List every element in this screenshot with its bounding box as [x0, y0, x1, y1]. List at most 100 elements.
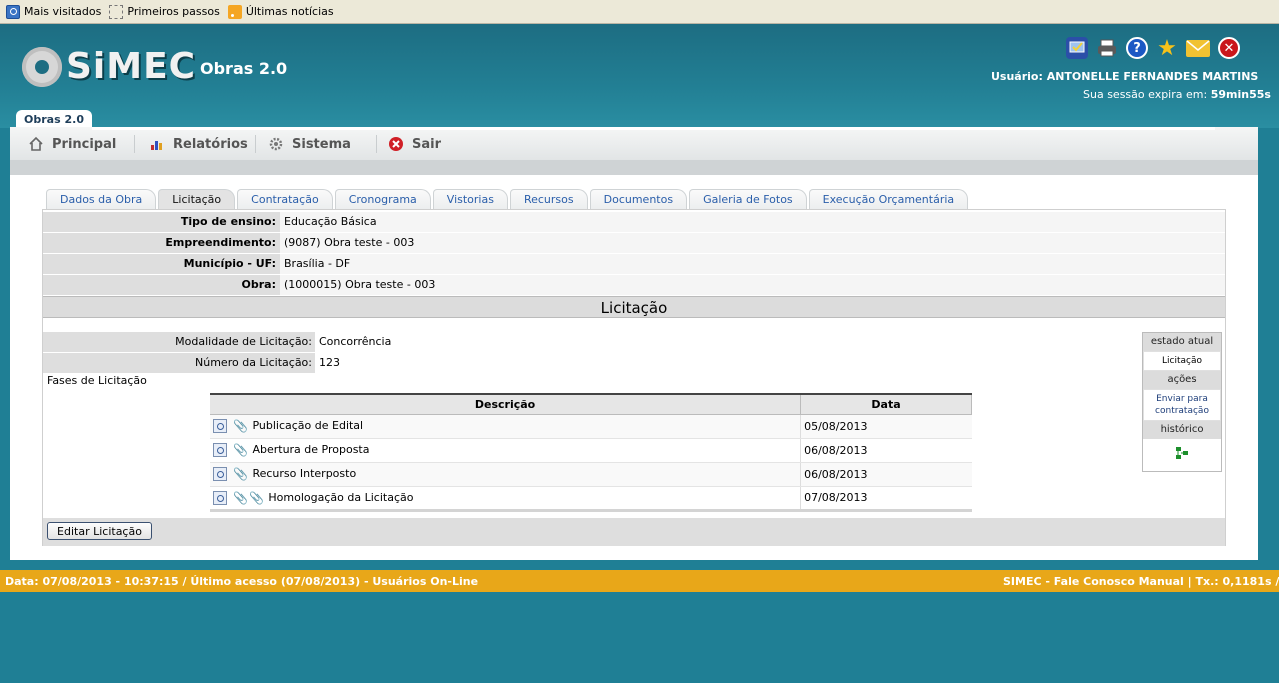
data-cell: 06/08/2013 [800, 438, 972, 463]
section-title: Licitação [43, 296, 1225, 318]
tab-cronograma[interactable]: Cronograma [334, 189, 431, 209]
module-tab[interactable]: Obras 2.0 [16, 110, 92, 128]
info-label: Tipo de ensino: [43, 212, 280, 232]
descricao-cell: 📎 Publicação de Edital [210, 414, 801, 439]
info-label: Empreendimento: [43, 233, 280, 253]
fases-table: Descrição Data 📎 Publicação de Edital 05… [210, 393, 972, 512]
rss-icon [227, 4, 242, 19]
descricao-cell: 📎 Abertura de Proposta [210, 438, 801, 463]
printer-icon[interactable] [1096, 37, 1118, 59]
bookmark-label: Últimas notícias [245, 5, 334, 18]
monitor-check-icon[interactable] [1066, 37, 1088, 59]
exit-icon [388, 136, 404, 152]
menu-principal[interactable]: Principal [28, 127, 116, 161]
bookmark-primeiros-passos[interactable]: Primeiros passos [109, 4, 220, 19]
attachment-clip-icon[interactable]: 📎 [249, 491, 264, 505]
descricao-text: Abertura de Proposta [252, 443, 370, 456]
tab-vistorias[interactable]: Vistorias [432, 189, 508, 209]
modalidade-row: Modalidade de Licitação: Concorrência [43, 332, 391, 352]
modalidade-label: Modalidade de Licitação: [43, 332, 315, 352]
info-row-obra: Obra: (1000015) Obra teste - 003 [43, 275, 1225, 295]
view-document-icon[interactable] [213, 467, 227, 481]
view-document-icon[interactable] [213, 419, 227, 433]
tab-content: Tipo de ensino: Educação Básica Empreend… [42, 209, 1226, 546]
menu-label: Sair [412, 136, 442, 152]
history-tree-icon [1175, 446, 1189, 463]
menu-sair[interactable]: Sair [388, 127, 441, 161]
descricao-text: Recurso Interposto [252, 467, 357, 480]
view-document-icon[interactable] [213, 490, 227, 505]
tab-documentos[interactable]: Documentos [589, 189, 688, 209]
tab-recursos[interactable]: Recursos [509, 189, 588, 209]
info-value: Brasília - DF [280, 254, 1225, 274]
numero-value: 123 [319, 356, 340, 369]
home-icon [28, 136, 44, 152]
gear-logo-icon [22, 46, 62, 87]
data-cell: 06/08/2013 [800, 462, 972, 487]
menu-relatorios[interactable]: Relatórios [149, 127, 248, 161]
tab-licitacao[interactable]: Licitação [158, 189, 236, 209]
menu-divider-line [92, 127, 1215, 130]
workflow-history-button[interactable] [1143, 439, 1221, 469]
session-time: 59min55s [1210, 88, 1271, 101]
edit-licitacao-button[interactable]: Editar Licitação [47, 522, 152, 540]
workflow-action-link[interactable]: Enviar para contratação [1143, 389, 1221, 421]
close-icon[interactable]: ✕ [1218, 37, 1240, 59]
status-bar: Data: 07/08/2013 - 10:37:15 / Último ace… [0, 570, 1279, 592]
search-icon [6, 4, 20, 19]
mail-icon[interactable] [1186, 40, 1210, 57]
view-document-icon[interactable] [213, 443, 227, 457]
attachment-clip-icon[interactable]: 📎 [233, 419, 248, 433]
column-header-data[interactable]: Data [800, 393, 972, 415]
bookmarks-bar: Mais visitados Primeiros passos Últimas … [0, 0, 1279, 24]
user-label: Usuário: ANTONELLE FERNANDES MARTINS [991, 70, 1259, 83]
menu-separator [255, 135, 256, 153]
descricao-cell: 📎 Recurso Interposto [210, 462, 801, 487]
workflow-acoes-header: ações [1143, 371, 1221, 389]
info-row-empreendimento: Empreendimento: (9087) Obra teste - 003 [43, 233, 1225, 253]
dashed-page-icon [109, 4, 124, 19]
gear-icon [268, 136, 284, 152]
help-icon[interactable]: ? [1126, 37, 1148, 59]
header-toolbar: ? ★ ✕ [1066, 36, 1248, 61]
info-label: Município - UF: [43, 254, 280, 274]
column-header-descricao[interactable]: Descrição [210, 393, 802, 415]
attachment-clip-icon[interactable]: 📎 [233, 443, 248, 457]
menu-sistema[interactable]: Sistema [268, 127, 351, 161]
tab-contratacao[interactable]: Contratação [237, 189, 333, 209]
app-header: SiMEC Obras 2.0 ? ★ ✕ Usuário: ANTONELLE… [0, 24, 1279, 128]
info-row-municipio: Município - UF: Brasília - DF [43, 254, 1225, 274]
tab-execucao-orcamentaria[interactable]: Execução Orçamentária [808, 189, 969, 209]
chart-icon [149, 136, 165, 152]
info-row-tipo-ensino: Tipo de ensino: Educação Básica [43, 212, 1225, 232]
bookmark-label: Primeiros passos [127, 5, 220, 18]
menu-label: Principal [52, 136, 117, 152]
main-menu: Principal Relatórios Sistema Sair [10, 127, 1258, 161]
descricao-text: Publicação de Edital [252, 419, 364, 432]
menu-separator [376, 135, 377, 153]
table-row: 📎 Publicação de Edital 05/08/2013 [210, 414, 972, 439]
table-row: 📎 Recurso Interposto 06/08/2013 [210, 462, 972, 487]
workflow-historico-header: histórico [1143, 421, 1221, 439]
modalidade-value: Concorrência [319, 335, 392, 348]
actions-bar: Editar Licitação [43, 518, 1225, 546]
bookmark-ultimas-noticias[interactable]: Últimas notícias [227, 4, 334, 19]
star-icon[interactable]: ★ [1156, 36, 1178, 61]
numero-label: Número da Licitação: [43, 353, 315, 373]
attachment-clip-icon[interactable]: 📎 [233, 491, 248, 505]
tab-galeria-de-fotos[interactable]: Galeria de Fotos [689, 189, 807, 209]
menu-separator [134, 135, 135, 153]
attachment-clip-icon[interactable]: 📎 [233, 467, 248, 481]
workflow-box: estado atual Licitação ações Enviar para… [1142, 332, 1222, 472]
status-left-text[interactable]: Data: 07/08/2013 - 10:37:15 / Último ace… [5, 575, 478, 588]
bookmark-label: Mais visitados [24, 5, 102, 18]
status-right-text[interactable]: SIMEC - Fale Conosco Manual | Tx.: 0,118… [1003, 575, 1279, 588]
numero-row: Número da Licitação: 123 [43, 353, 340, 373]
info-label: Obra: [43, 275, 280, 295]
tab-dados-da-obra[interactable]: Dados da Obra [46, 189, 157, 209]
obra-tabs: Dados da Obra Licitação Contratação Cron… [46, 189, 970, 209]
menu-shadow-strip [10, 161, 1258, 175]
info-value: (1000015) Obra teste - 003 [280, 275, 1225, 295]
bookmark-mais-visitados[interactable]: Mais visitados [6, 4, 102, 19]
simec-logo[interactable]: SiMEC [22, 46, 196, 87]
